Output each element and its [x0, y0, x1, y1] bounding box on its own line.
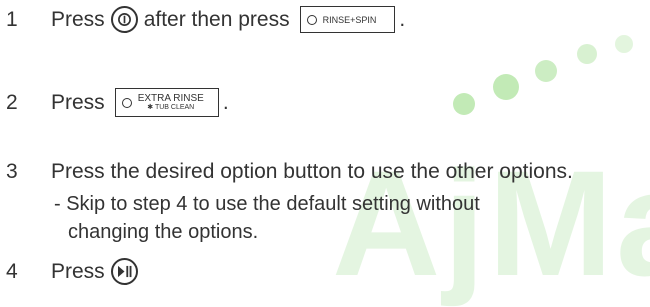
step-text: after then press	[143, 7, 290, 31]
step-3-note-line-2: changing the options.	[68, 221, 259, 243]
step-3: 3 Press the desired option button to use…	[0, 160, 573, 184]
step-4: 4 Press	[0, 258, 144, 285]
watermark-dot	[615, 35, 633, 53]
step-number: 1	[6, 7, 18, 31]
indicator-ring	[121, 97, 132, 108]
play-pause-icon	[110, 258, 138, 285]
step-number: 3	[6, 160, 18, 183]
extra-rinse-button-graphic: EXTRA RINSE ✱ TUB CLEAN	[114, 88, 219, 117]
step-number: 2	[6, 90, 18, 114]
step-text: Press	[51, 259, 105, 283]
step-2: 2 Press EXTRA RINSE ✱ TUB CLEAN .	[0, 88, 229, 117]
step-1: 1 Press after then press RINSE+SPIN .	[0, 6, 405, 33]
step-text: Press the desired option button to use t…	[51, 160, 573, 183]
watermark-dot	[453, 93, 475, 115]
indicator-ring	[306, 14, 317, 25]
extra-rinse-label: EXTRA RINSE	[137, 93, 204, 104]
step-text: Press	[51, 90, 105, 114]
rinse-spin-label: RINSE+SPIN	[322, 14, 377, 25]
period: .	[399, 7, 406, 31]
period: .	[222, 90, 229, 114]
watermark-dot	[577, 44, 597, 64]
watermark-dot	[493, 74, 519, 100]
watermark: AjMa	[0, 0, 650, 299]
step-number: 4	[6, 259, 18, 283]
watermark-dot	[535, 60, 557, 82]
rinse-spin-button-graphic: RINSE+SPIN	[299, 6, 396, 33]
step-3-note-line-1: - Skip to step 4 to use the default sett…	[54, 193, 480, 215]
step-text: Press	[51, 7, 105, 31]
power-icon	[110, 6, 138, 33]
tub-clean-label: ✱ TUB CLEAN	[147, 104, 195, 111]
